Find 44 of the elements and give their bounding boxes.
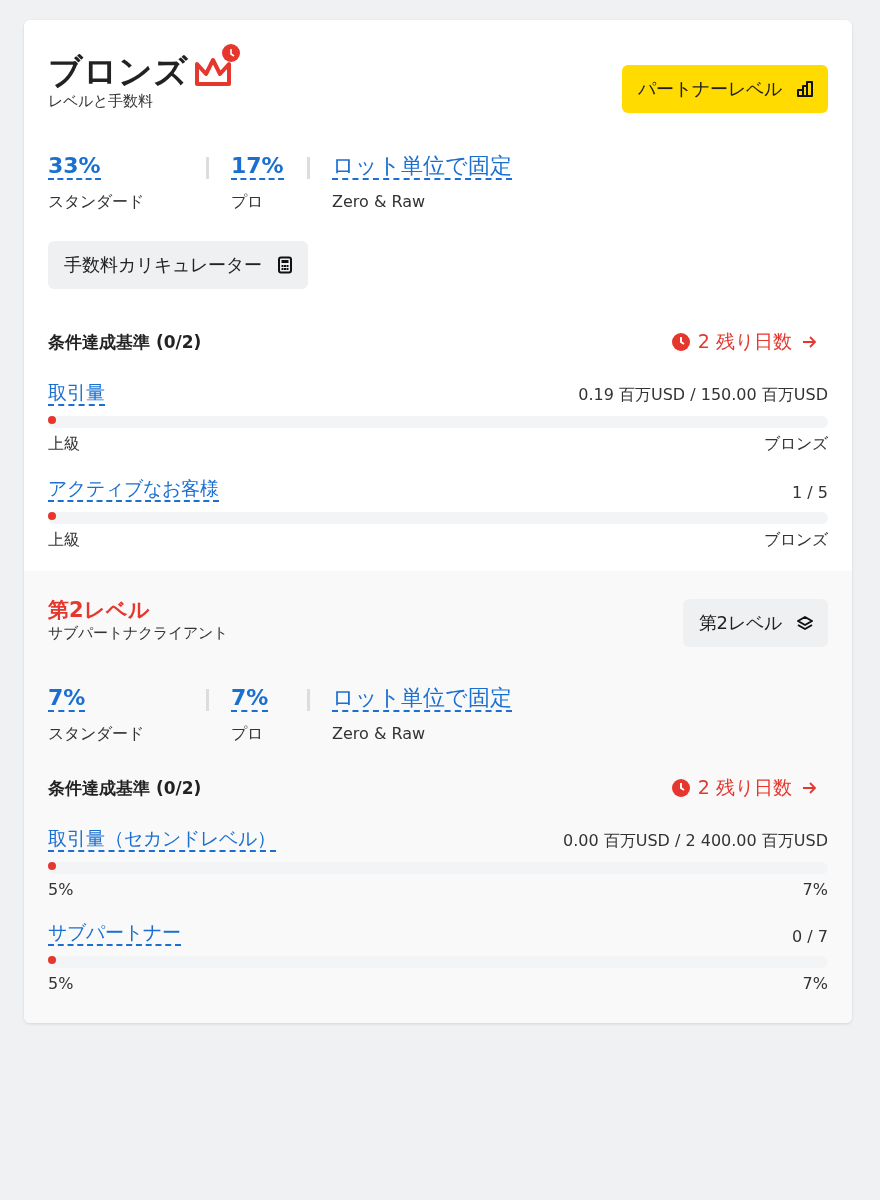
criterion-value: 0 / 7 [792, 926, 828, 946]
rate-label: スタンダード [48, 724, 145, 746]
days-left[interactable]: 2 残り日数 [697, 775, 792, 802]
end-label: ブロンズ [764, 529, 828, 551]
start-label: 5% [48, 973, 74, 993]
end-label: 7% [802, 973, 828, 993]
rate-link[interactable]: ロット単位で固定 [332, 153, 512, 181]
rate-link[interactable]: 7% [48, 684, 86, 713]
level-button[interactable]: 第2レベル [682, 598, 828, 647]
level-subtitle: サブパートナクライアント [48, 624, 228, 643]
criterion-value: 1 / 5 [792, 482, 828, 502]
criterion-link[interactable]: 取引量 [48, 381, 105, 407]
criterion-link[interactable]: 取引量（セカンドレベル） [48, 827, 276, 852]
rate-label: スタンダード [48, 192, 145, 214]
rate-label: Zero & Raw [332, 192, 427, 212]
rate-label: プロ [231, 192, 264, 214]
calculator-icon [276, 256, 294, 275]
clock-icon [671, 333, 690, 352]
rate-link[interactable]: 33% [48, 153, 101, 181]
rate-label: プロ [231, 724, 264, 746]
level-subtitle: レベルと手数料 [48, 92, 154, 111]
start-label: 5% [48, 880, 74, 899]
criterion-value: 0.00 百万USD / 2 400.00 百万USD [563, 831, 828, 852]
criteria-title: 条件達成基準 (0/2) [48, 776, 202, 800]
rate-link[interactable]: 7% [231, 684, 269, 713]
rate-link[interactable]: ロット単位で固定 [332, 684, 512, 713]
criterion-link[interactable]: サブパートナー [48, 921, 181, 946]
clock-icon [671, 779, 690, 798]
criterion-value: 0.19 百万USD / 150.00 百万USD [578, 385, 828, 407]
criteria-title: 条件達成基準 (0/2) [48, 330, 202, 354]
level-button[interactable]: パートナーレベル [622, 65, 828, 113]
level-title: 第2レベル [48, 598, 150, 622]
rate-label: Zero & Raw [332, 724, 427, 744]
bar-chart-icon [796, 80, 814, 98]
level-title: ブロンズ [48, 52, 188, 90]
end-label: ブロンズ [764, 434, 828, 456]
end-label: 7% [802, 880, 828, 899]
layers-icon [796, 613, 814, 632]
start-label: 上級 [48, 434, 80, 456]
calculator-button[interactable]: 手数料カリキュレーター [48, 241, 308, 290]
start-label: 上級 [48, 529, 80, 551]
criterion-link[interactable]: アクティブなお客様 [48, 477, 219, 502]
rate-link[interactable]: 17% [231, 153, 284, 181]
days-left[interactable]: 2 残り日数 [697, 329, 792, 356]
